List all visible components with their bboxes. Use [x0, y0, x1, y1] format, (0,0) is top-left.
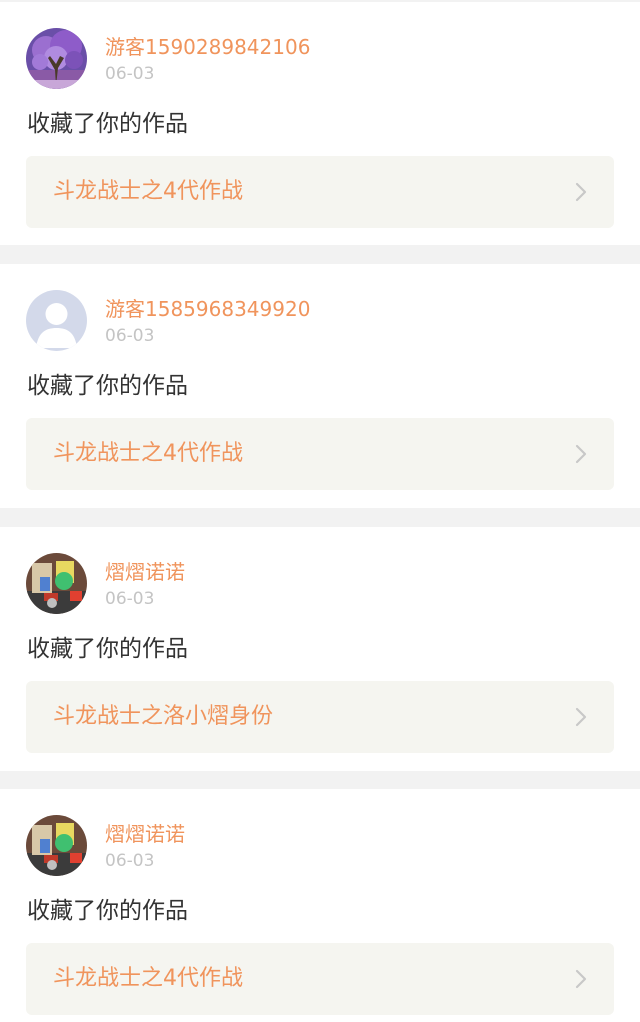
notification-feed: 游客1590289842106 06-03 收藏了你的作品 斗龙战士之4代作战 … [0, 0, 640, 1022]
timestamp: 06-03 [105, 326, 155, 346]
action-text: 收藏了你的作品 [27, 373, 188, 399]
chevron-right-icon [574, 968, 588, 990]
username[interactable]: 熠熠诺诺 [105, 821, 185, 847]
username[interactable]: 游客1590289842106 [105, 34, 310, 60]
toy-robot-avatar-image [26, 815, 87, 876]
notification-card: 游客1590289842106 06-03 收藏了你的作品 斗龙战士之4代作战 [0, 2, 640, 245]
work-title: 斗龙战士之4代作战 [53, 966, 243, 991]
timestamp: 06-03 [105, 64, 155, 84]
work-title: 斗龙战士之4代作战 [53, 441, 243, 466]
chevron-right-icon [574, 443, 588, 465]
work-link[interactable]: 斗龙战士之4代作战 [26, 418, 614, 490]
timestamp: 06-03 [105, 589, 155, 609]
avatar[interactable] [26, 553, 87, 614]
chevron-right-icon [574, 181, 588, 203]
username[interactable]: 游客1585968349920 [105, 296, 310, 322]
work-link[interactable]: 斗龙战士之4代作战 [26, 156, 614, 228]
action-text: 收藏了你的作品 [27, 111, 188, 137]
notification-card: 游客1585968349920 06-03 收藏了你的作品 斗龙战士之4代作战 [0, 264, 640, 508]
chevron-right-icon [574, 706, 588, 728]
action-text: 收藏了你的作品 [27, 636, 188, 662]
avatar[interactable] [26, 815, 87, 876]
action-text: 收藏了你的作品 [27, 898, 188, 924]
avatar[interactable] [26, 28, 87, 89]
notification-card: 熠熠诺诺 06-03 收藏了你的作品 斗龙战士之洛小熠身份 [0, 527, 640, 771]
work-title: 斗龙战士之洛小熠身份 [53, 704, 274, 729]
toy-robot-avatar-image [26, 553, 87, 614]
work-title: 斗龙战士之4代作战 [53, 179, 243, 204]
work-link[interactable]: 斗龙战士之4代作战 [26, 943, 614, 1015]
purple-tree-avatar-image [26, 28, 87, 89]
notification-card: 熠熠诺诺 06-03 收藏了你的作品 斗龙战士之4代作战 [0, 789, 640, 1022]
default-person-avatar-image [26, 290, 87, 351]
username[interactable]: 熠熠诺诺 [105, 559, 185, 585]
avatar[interactable] [26, 290, 87, 351]
timestamp: 06-03 [105, 851, 155, 871]
work-link[interactable]: 斗龙战士之洛小熠身份 [26, 681, 614, 753]
